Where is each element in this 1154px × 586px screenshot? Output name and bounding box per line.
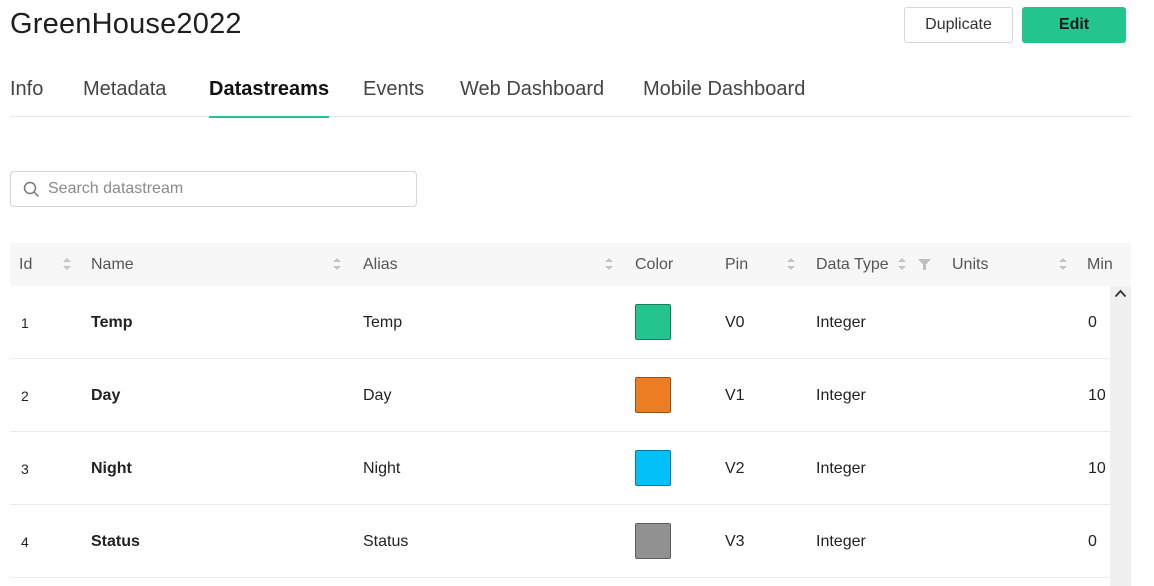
sort-icon[interactable] [62, 256, 72, 272]
column-header-name[interactable]: Name [91, 256, 134, 274]
filter-icon[interactable] [918, 259, 931, 270]
cell-id: 4 [21, 534, 29, 550]
cell-pin: V1 [725, 387, 745, 404]
color-swatch [635, 377, 671, 413]
table-row[interactable]: 3 Night Night V2 Integer 10 [10, 432, 1110, 505]
sort-icon[interactable] [1058, 256, 1068, 272]
cell-min: 0 [1088, 533, 1097, 550]
vertical-scrollbar[interactable] [1110, 286, 1131, 586]
cell-pin: V0 [725, 314, 745, 331]
cell-alias: Status [363, 533, 409, 550]
cell-id: 2 [21, 388, 29, 404]
color-swatch [635, 304, 671, 340]
duplicate-button[interactable]: Duplicate [904, 7, 1013, 43]
sort-icon[interactable] [604, 256, 614, 272]
cell-pin: V2 [725, 460, 745, 477]
search-box [10, 171, 417, 207]
tab-metadata[interactable]: Metadata [83, 78, 166, 117]
cell-alias: Night [363, 460, 401, 477]
cell-id: 1 [21, 315, 29, 331]
cell-name[interactable]: Night [91, 460, 132, 478]
color-swatch [635, 450, 671, 486]
edit-button[interactable]: Edit [1022, 7, 1126, 43]
table-row[interactable]: 2 Day Day V1 Integer 10 [10, 359, 1110, 432]
cell-id: 3 [21, 461, 29, 477]
cell-data-type: Integer [816, 460, 866, 477]
cell-name[interactable]: Status [91, 533, 140, 551]
cell-name[interactable]: Day [91, 387, 120, 405]
table-header: Id Name Alias Color Pin Data Type Units … [10, 243, 1131, 286]
column-header-min[interactable]: Min [1087, 256, 1113, 274]
tab-mobile-dashboard[interactable]: Mobile Dashboard [643, 78, 805, 117]
cell-data-type: Integer [816, 533, 866, 550]
table-row[interactable]: 4 Status Status V3 Integer 0 [10, 505, 1110, 578]
color-swatch [635, 523, 671, 559]
cell-data-type: Integer [816, 387, 866, 404]
tab-bar: Info Metadata Datastreams Events Web Das… [10, 66, 1131, 118]
tab-web-dashboard[interactable]: Web Dashboard [460, 78, 604, 117]
cell-min: 10 [1088, 460, 1106, 477]
sort-icon[interactable] [897, 256, 907, 272]
cell-alias: Day [363, 387, 392, 404]
cell-pin: V3 [725, 533, 745, 550]
column-header-data-type[interactable]: Data Type [816, 256, 889, 274]
chevron-up-icon[interactable] [1114, 289, 1127, 298]
column-header-id[interactable]: Id [19, 256, 32, 274]
tab-info[interactable]: Info [10, 78, 43, 117]
search-input[interactable] [48, 180, 378, 198]
cell-min: 10 [1088, 387, 1106, 404]
sort-icon[interactable] [786, 256, 796, 272]
column-header-units[interactable]: Units [952, 256, 988, 274]
column-header-alias[interactable]: Alias [363, 256, 398, 274]
column-header-color: Color [635, 256, 674, 273]
cell-alias: Temp [363, 314, 403, 331]
column-header-pin[interactable]: Pin [725, 256, 748, 274]
tab-datastreams[interactable]: Datastreams [209, 78, 330, 118]
search-icon [23, 181, 40, 197]
cell-data-type: Integer [816, 314, 866, 331]
tab-events[interactable]: Events [363, 78, 424, 117]
sort-icon[interactable] [332, 256, 342, 272]
cell-min: 0 [1088, 314, 1097, 331]
table-row[interactable]: 1 Temp Temp V0 Integer 0 [10, 286, 1110, 359]
cell-name[interactable]: Temp [91, 314, 132, 332]
page-title: GreenHouse2022 [10, 8, 242, 40]
